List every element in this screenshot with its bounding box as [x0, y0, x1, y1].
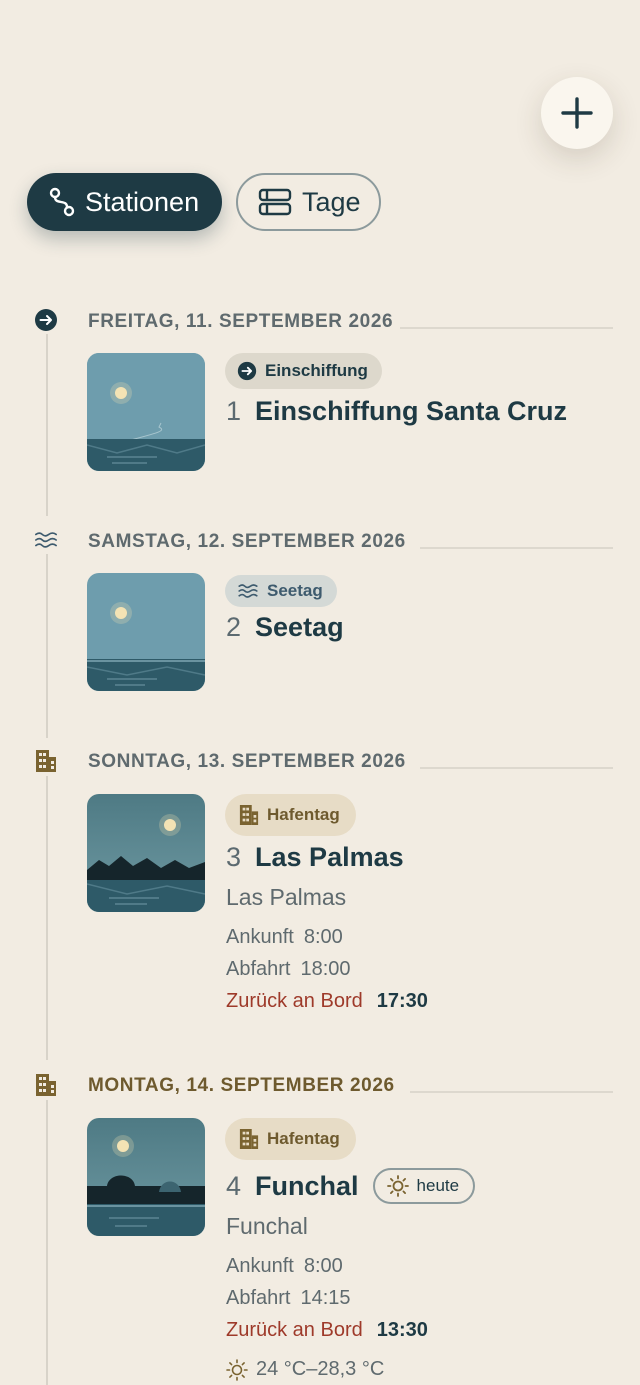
- timeline-line: [46, 1100, 48, 1385]
- back-on-board-row: Zurück an Bord 13:30: [226, 1319, 428, 1342]
- add-button[interactable]: [541, 77, 613, 149]
- badge-label: Einschiffung: [265, 361, 368, 380]
- divider: [410, 1091, 613, 1093]
- departure-row: Abfahrt 14:15: [226, 1287, 351, 1310]
- day-title: FREITAG, 11. SEPTEMBER 2026: [88, 311, 394, 332]
- station-name: Einschiffung Santa Cruz: [255, 396, 568, 426]
- back-on-board-label: Zurück an Bord: [226, 990, 363, 1012]
- list-icon: [258, 188, 292, 216]
- back-on-board-row: Zurück an Bord 17:30: [226, 990, 428, 1013]
- divider: [400, 327, 613, 329]
- station-thumbnail[interactable]: [87, 1118, 205, 1236]
- day-title: SAMSTAG, 12. SEPTEMBER 2026: [88, 531, 406, 552]
- station-name: Funchal: [255, 1170, 359, 1201]
- divider: [420, 767, 613, 769]
- today-label: heute: [416, 1176, 460, 1195]
- day-title: SONNTAG, 13. SEPTEMBER 2026: [88, 751, 406, 772]
- weather-temp: 24 °C–28,3 °C: [256, 1358, 385, 1380]
- arrow-right-circle-icon: [34, 308, 58, 332]
- badge-hafentag: Hafentag: [225, 794, 356, 836]
- sun-icon: [386, 1175, 409, 1197]
- station-title[interactable]: 4 Funchal heute: [226, 1168, 476, 1204]
- arrow-right-circle-icon: [237, 361, 257, 381]
- station-thumbnail[interactable]: [87, 794, 205, 912]
- port-name: Las Palmas: [226, 884, 347, 910]
- station-number: 2: [226, 612, 242, 642]
- arrival-time: 8:00: [303, 1255, 343, 1277]
- departure-time: 18:00: [300, 958, 351, 980]
- arrival-time: 8:00: [303, 926, 343, 948]
- badge-seetag: Seetag: [225, 575, 337, 607]
- badge-label: Hafentag: [267, 1129, 340, 1148]
- building-icon: [239, 1128, 259, 1150]
- divider: [420, 547, 613, 549]
- route-icon: [49, 187, 75, 217]
- departure-label: Abfahrt: [226, 1287, 291, 1309]
- station-thumbnail[interactable]: [87, 573, 205, 691]
- segment-stationen-label: Stationen: [85, 186, 200, 217]
- station-thumbnail[interactable]: [87, 353, 205, 471]
- arrival-row: Ankunft 8:00: [226, 926, 343, 949]
- today-badge: heute: [372, 1168, 476, 1204]
- badge-label: Seetag: [267, 581, 323, 600]
- departure-time: 14:15: [300, 1287, 351, 1309]
- waves-icon: [34, 528, 58, 552]
- building-icon: [34, 749, 58, 773]
- plus-icon: [561, 97, 593, 129]
- station-title[interactable]: 1 Einschiffung Santa Cruz: [226, 396, 567, 427]
- arrival-row: Ankunft 8:00: [226, 1255, 343, 1278]
- badge-einschiffung: Einschiffung: [225, 353, 382, 389]
- arrival-label: Ankunft: [226, 926, 294, 948]
- station-number: 3: [226, 842, 242, 872]
- badge-label: Hafentag: [267, 805, 340, 824]
- timeline-line: [46, 776, 48, 1060]
- badge-hafentag: Hafentag: [225, 1118, 356, 1160]
- weather-row: 24 °C–28,3 °C: [226, 1358, 384, 1381]
- departure-label: Abfahrt: [226, 958, 291, 980]
- back-on-board-label: Zurück an Bord: [226, 1319, 363, 1341]
- waves-icon: [237, 583, 259, 599]
- port-name: Funchal: [226, 1213, 308, 1239]
- back-on-board-time: 17:30: [376, 990, 428, 1012]
- segment-tage-label: Tage: [302, 186, 361, 217]
- back-on-board-time: 13:30: [376, 1319, 428, 1341]
- departure-row: Abfahrt 18:00: [226, 958, 351, 981]
- sun-icon: [226, 1358, 248, 1381]
- arrival-label: Ankunft: [226, 1255, 294, 1277]
- building-icon: [239, 804, 259, 826]
- station-title[interactable]: 2 Seetag: [226, 612, 344, 643]
- station-number: 4: [226, 1170, 242, 1201]
- station-name: Las Palmas: [255, 842, 404, 872]
- timeline-line: [46, 334, 48, 516]
- station-number: 1: [226, 396, 242, 426]
- timeline-line: [46, 554, 48, 738]
- station-name: Seetag: [255, 612, 344, 642]
- segment-stationen[interactable]: Stationen: [27, 173, 222, 231]
- day-title: MONTAG, 14. SEPTEMBER 2026: [88, 1075, 395, 1096]
- segment-tage[interactable]: Tage: [236, 173, 381, 231]
- building-icon: [34, 1073, 58, 1097]
- station-title[interactable]: 3 Las Palmas: [226, 842, 404, 873]
